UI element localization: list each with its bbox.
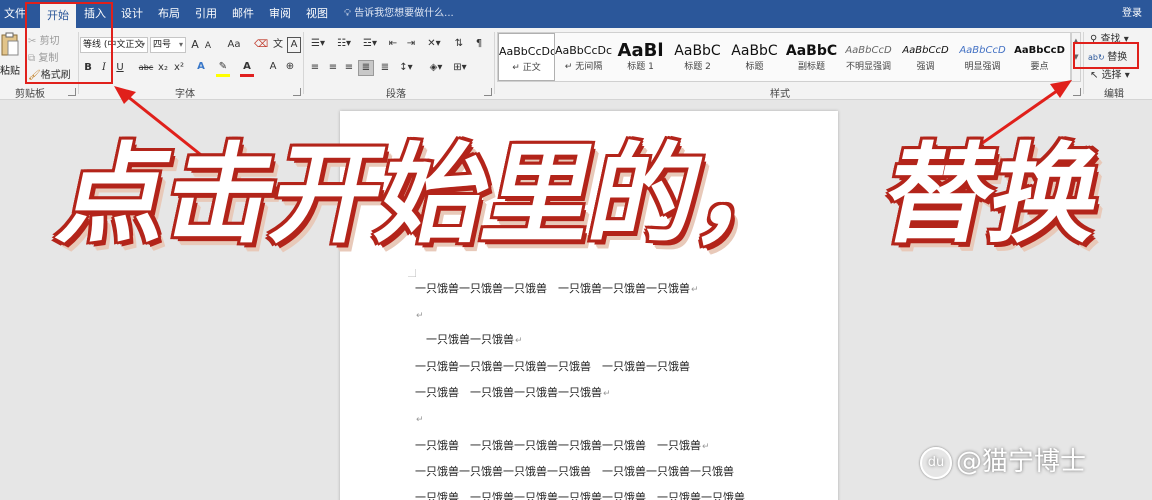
watermark-logo-icon: du [920, 446, 952, 479]
overlay-headline-right: 替换 [872, 133, 1112, 258]
watermark-text: @猫宁博士 [956, 447, 1087, 477]
watermark: du @猫宁博士 [920, 441, 1086, 479]
overlay-headline-left: 点击开始里的， [48, 133, 818, 258]
